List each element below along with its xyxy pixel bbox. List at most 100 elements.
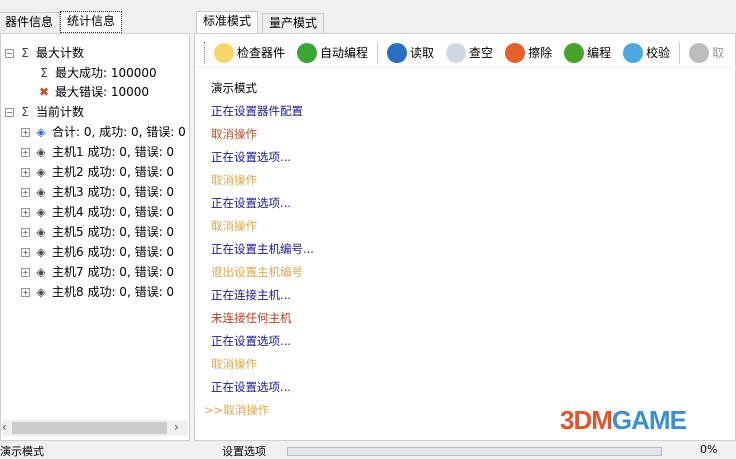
programmer-icon: ◈ xyxy=(36,165,46,179)
expand-toggle[interactable]: + xyxy=(21,187,30,197)
tree-item-host[interactable]: + ◈ 主机7 成功: 0, 错误: 0 xyxy=(21,263,174,281)
tree-item-host[interactable]: + ◈ 主机4 成功: 0, 错误: 0 xyxy=(21,203,174,221)
scroll-thumb[interactable] xyxy=(12,422,167,434)
toolbar-button-arrow-up[interactable]: 读取 xyxy=(384,41,437,65)
current-count-label: 当前计数 xyxy=(36,105,85,119)
tree-item-host[interactable]: + ◈ 主机3 成功: 0, 错误: 0 xyxy=(21,183,174,201)
programmer-icon: ◈ xyxy=(36,185,46,199)
toolbar-separator xyxy=(377,41,379,64)
toolbar-button-label: 擦除 xyxy=(528,46,553,60)
toolbar-button-cancel[interactable]: 取 xyxy=(686,41,727,65)
tree-item-host[interactable]: + ◈ 主机1 成功: 0, 错误: 0 xyxy=(21,143,174,161)
log-line: 退出设置主机编号 xyxy=(211,265,303,279)
tab-statistics[interactable]: 统计信息 xyxy=(60,11,123,33)
tree-item-label: 合计: 0, 成功: 0, 错误: 0 xyxy=(52,125,186,139)
toolbar-button-arrow-down[interactable]: 编程 xyxy=(561,41,614,65)
expand-toggle[interactable]: + xyxy=(21,207,30,217)
toolbar-button-label: 查空 xyxy=(469,46,494,60)
log-line: 未连接任何主机 xyxy=(211,311,292,325)
cancel-icon xyxy=(689,42,710,63)
tree-item-host[interactable]: + ◈ 主机6 成功: 0, 错误: 0 xyxy=(21,243,174,261)
tab-mass-production[interactable]: 量产模式 xyxy=(262,13,325,33)
play-icon xyxy=(297,42,318,63)
tree-item-label: 主机6 成功: 0, 错误: 0 xyxy=(52,245,175,259)
tree-item-host[interactable]: + ◈ 主机8 成功: 0, 错误: 0 xyxy=(21,283,174,301)
max-error: 最大错误: 10000 xyxy=(55,85,150,99)
log-line: 正在设置器件配置 xyxy=(211,104,303,118)
expand-toggle[interactable]: + xyxy=(21,167,30,177)
tab-standard-mode[interactable]: 标准模式 xyxy=(196,11,259,33)
tree-item-total[interactable]: + ◈ 合计: 0, 成功: 0, 错误: 0 xyxy=(21,123,186,141)
log-line: 正在设置选项... xyxy=(211,334,291,348)
expand-toggle[interactable]: + xyxy=(21,267,30,277)
log-line: >>取消操作 xyxy=(204,403,270,417)
programmer-icon: ◈ xyxy=(36,245,46,259)
collapse-toggle[interactable]: − xyxy=(5,48,14,58)
log-line: 取消操作 xyxy=(211,173,257,187)
progress-bar xyxy=(287,447,662,456)
toolbar-button-label: 读取 xyxy=(410,46,435,60)
toolbar-button-refresh[interactable]: 擦除 xyxy=(502,41,555,65)
arrow-up-icon xyxy=(387,42,408,63)
horizontal-scrollbar[interactable]: ‹ › xyxy=(2,420,188,436)
tree-item-host[interactable]: + ◈ 主机2 成功: 0, 错误: 0 xyxy=(21,163,174,181)
arrow-down-icon xyxy=(564,42,585,63)
sigma-icon: Σ xyxy=(21,46,29,60)
log-line: 正在设置选项... xyxy=(211,380,291,394)
magnifier-icon xyxy=(446,42,467,63)
expand-toggle[interactable]: + xyxy=(21,147,30,157)
log-line: 取消操作 xyxy=(211,357,257,371)
expand-toggle[interactable]: + xyxy=(21,247,30,257)
log-line: 正在设置主机编号... xyxy=(211,242,314,256)
tree-item-label: 主机4 成功: 0, 错误: 0 xyxy=(52,205,175,219)
programmer-icon: ◈ xyxy=(36,145,46,159)
toolbar-button-label: 编程 xyxy=(587,46,612,60)
programmer-icon: ◈ xyxy=(36,225,46,239)
log-line: 正在设置选项... xyxy=(211,196,291,210)
log-line: 正在设置选项... xyxy=(211,150,291,164)
scroll-right-icon[interactable]: › xyxy=(174,420,179,434)
toolbar-button-label: 自动编程 xyxy=(320,46,369,60)
log-line: 取消操作 xyxy=(211,219,257,233)
scroll-left-icon[interactable]: ‹ xyxy=(2,420,7,434)
verify-icon xyxy=(623,42,644,63)
expand-toggle[interactable]: + xyxy=(21,127,30,137)
tree-item-label: 主机7 成功: 0, 错误: 0 xyxy=(52,265,175,279)
toolbar-button-magnifier[interactable]: 查空 xyxy=(443,41,496,65)
tree-item-host[interactable]: + ◈ 主机5 成功: 0, 错误: 0 xyxy=(21,223,174,241)
tree-item-label: 主机5 成功: 0, 错误: 0 xyxy=(52,225,175,239)
tree-item-label: 主机3 成功: 0, 错误: 0 xyxy=(52,185,175,199)
log-line: 取消操作 xyxy=(211,127,257,141)
chip-stack-icon: ◈ xyxy=(36,125,46,139)
tree-item-label: 主机8 成功: 0, 错误: 0 xyxy=(52,285,175,299)
tab-device-info[interactable]: 器件信息 xyxy=(0,12,61,32)
expand-toggle[interactable]: + xyxy=(21,227,30,237)
log-line: 正在连接主机... xyxy=(211,288,291,302)
status-action: 设置选项 xyxy=(222,445,266,458)
programmer-icon: ◈ xyxy=(36,205,46,219)
toolbar-separator xyxy=(679,41,681,64)
toolbar-button-play[interactable]: 自动编程 xyxy=(294,41,371,65)
sigma-icon: Σ xyxy=(21,105,29,119)
tree-item-label: 主机2 成功: 0, 错误: 0 xyxy=(52,165,175,179)
max-success: 最大成功: 100000 xyxy=(55,66,157,80)
watermark-logo: 3DMGAME xyxy=(560,405,687,435)
toolbar: 检查器件 自动编程 读取 查空 擦除 编程 校验 取 xyxy=(196,38,736,68)
toolbar-grip xyxy=(204,41,205,64)
programmer-icon: ◈ xyxy=(36,285,46,299)
sigma-icon: Σ xyxy=(40,66,48,80)
error-x-icon: ✖ xyxy=(38,85,50,99)
status-mode: 演示模式 xyxy=(0,445,44,458)
log-line: 演示模式 xyxy=(211,81,257,95)
tree-item-label: 主机1 成功: 0, 错误: 0 xyxy=(52,145,175,159)
collapse-toggle[interactable]: − xyxy=(5,107,14,117)
programmer-icon: ◈ xyxy=(36,265,46,279)
toolbar-button-verify[interactable]: 校验 xyxy=(620,41,673,65)
toolbar-button-lightbulb[interactable]: 检查器件 xyxy=(211,41,288,65)
status-bar: 演示模式 设置选项 0% xyxy=(0,443,736,458)
statistics-tree: − Σ 最大计数 Σ 最大成功: 100000 ✖ 最大错误: 10000 − Σ 当前计数… xyxy=(0,33,190,441)
max-count-label: 最大计数 xyxy=(36,46,85,60)
toolbar-button-label: 取 xyxy=(712,46,725,60)
expand-toggle[interactable]: + xyxy=(21,287,30,297)
toolbar-button-label: 校验 xyxy=(646,46,671,60)
